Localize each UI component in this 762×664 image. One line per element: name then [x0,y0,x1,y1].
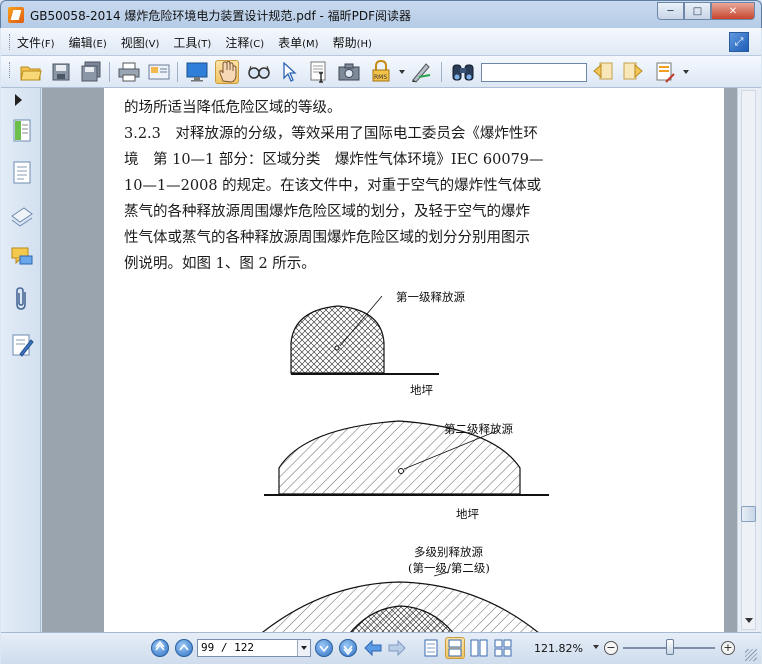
last-page-icon[interactable] [339,639,357,657]
bookmarks-icon[interactable] [10,118,34,144]
zoom-level[interactable]: 121.82% [534,642,583,655]
search-input[interactable] [481,63,587,82]
menu-tools-accel: (T) [197,39,212,50]
menu-file-label: 文件 [17,36,42,50]
multi-level-zone-dome [262,571,539,632]
vertical-scrollbar[interactable] [737,88,761,632]
primary-zone-dome [290,295,439,375]
hand-tool-icon[interactable] [215,60,239,84]
menu-view-accel: (V) [144,39,160,50]
continuous-view-icon[interactable] [445,637,465,659]
open-folder-icon[interactable] [19,60,43,84]
comments-icon[interactable] [10,244,34,270]
pages-icon[interactable] [10,160,34,186]
menu-edit-accel: (E) [92,39,107,50]
zoom-in-icon[interactable]: + [721,641,735,655]
binoculars-icon[interactable] [451,60,475,84]
toolbar-grip[interactable] [9,62,12,78]
primary-source-label: 第一级释放源 [396,290,465,304]
menu-grip[interactable] [9,34,12,50]
signatures-icon[interactable] [10,332,34,358]
title-bar: GB50058-2014 爆炸危险环境电力装置设计规范.pdf - 福昕PDF阅… [0,0,762,28]
previous-page-icon[interactable] [175,639,193,657]
resize-grip-icon[interactable] [745,649,757,661]
menu-comment-accel: (C) [249,39,265,50]
multi-source-label: 多级别释放源 [414,545,483,559]
toolbar: RMS [1,56,761,88]
menu-comment[interactable]: 注释(C) [225,34,264,51]
scrollbar-track[interactable] [741,90,756,630]
maximize-button[interactable]: □ [684,2,711,20]
window-title: GB50058-2014 爆炸危险环境电力装置设计规范.pdf - 福昕PDF阅… [30,9,412,23]
menu-form[interactable]: 表单(M) [278,34,318,51]
scrollbar-thumb[interactable] [741,506,756,522]
first-page-icon[interactable] [151,639,169,657]
zoom-slider-thumb[interactable] [666,639,674,655]
fullscreen-monitor-icon[interactable] [185,60,209,84]
menu-tools-label: 工具 [173,36,198,50]
print-icon[interactable] [117,60,141,84]
snapshot-camera-icon[interactable] [337,60,361,84]
facing-view-icon[interactable] [469,637,489,659]
find-previous-icon[interactable] [591,60,615,84]
highlight-icon[interactable] [653,60,677,84]
zoom-out-icon[interactable]: − [604,641,618,655]
menu-form-accel: (M) [302,39,319,50]
menu-file-accel: (F) [41,39,55,50]
navigation-panel [1,88,41,632]
menu-help-accel: (H) [356,39,372,50]
single-page-view-icon[interactable] [421,637,441,659]
menu-view[interactable]: 视图(V) [121,34,160,51]
menu-view-label: 视图 [120,36,145,50]
status-bar: 99 / 122 121.82% − + [1,632,761,664]
save-icon[interactable] [49,60,73,84]
foxit-app-icon [8,7,24,23]
expand-panel-arrow-icon[interactable] [15,94,22,106]
attachments-icon[interactable] [10,286,34,312]
rms-lock-icon[interactable]: RMS [369,60,393,84]
sign-pen-icon[interactable] [409,60,433,84]
menu-tools[interactable]: 工具(T) [173,34,211,51]
menu-edit[interactable]: 编辑(E) [69,34,107,51]
window-controls: ─ □ ✕ [657,2,755,20]
page-dropdown-arrow-icon[interactable] [297,640,310,656]
close-button[interactable]: ✕ [711,2,755,20]
layers-icon[interactable] [10,202,34,228]
menu-file[interactable]: 文件(F) [17,34,55,51]
select-arrow-icon[interactable] [277,60,301,84]
email-icon[interactable] [147,60,171,84]
toolbar-separator [441,62,442,82]
menu-help[interactable]: 帮助(H) [333,34,372,51]
document-view[interactable]: 的场所适当降低危险区域的等级。 3.2.3 对释放源的分级，等效采用了国际电工委… [42,88,737,632]
menu-bar: 文件(F) 编辑(E) 视图(V) 工具(T) 注释(C) 表单(M) 帮助(H… [1,28,761,56]
menu-comment-label: 注释 [225,36,250,50]
menu-help-label: 帮助 [332,36,357,50]
page-number-value: 99 / 122 [201,641,254,654]
toolbar-separator [177,62,178,82]
page-number-input[interactable]: 99 / 122 [197,639,311,657]
minimize-button[interactable]: ─ [657,2,684,20]
go-back-icon[interactable] [363,637,383,659]
menu-edit-label: 编辑 [68,36,93,50]
rms-label: RMS [374,74,387,81]
save-all-icon[interactable] [79,60,103,84]
rms-dropdown-arrow-icon[interactable] [399,70,405,74]
select-text-icon[interactable] [307,60,331,84]
zoom-dropdown-arrow-icon[interactable] [593,645,599,649]
highlight-dropdown-arrow-icon[interactable] [683,70,689,74]
ground-label: 地坪 [410,383,433,397]
multi-source-sublabel: (第一级/第二级) [408,561,490,575]
zoom-glasses-icon[interactable] [247,60,271,84]
toolbar-separator [109,62,110,82]
scroll-down-arrow-icon[interactable] [745,618,753,623]
menu-form-label: 表单 [278,36,303,50]
go-forward-icon[interactable] [387,637,407,659]
ground-label: 地坪 [456,507,479,521]
next-page-icon[interactable] [315,639,333,657]
restore-ui-icon[interactable]: ⤢ [729,32,749,52]
secondary-source-label: 第二级释放源 [444,422,513,436]
pdf-page: 的场所适当降低危险区域的等级。 3.2.3 对释放源的分级，等效采用了国际电工委… [104,88,724,632]
find-next-icon[interactable] [621,60,645,84]
continuous-facing-view-icon[interactable] [493,637,513,659]
